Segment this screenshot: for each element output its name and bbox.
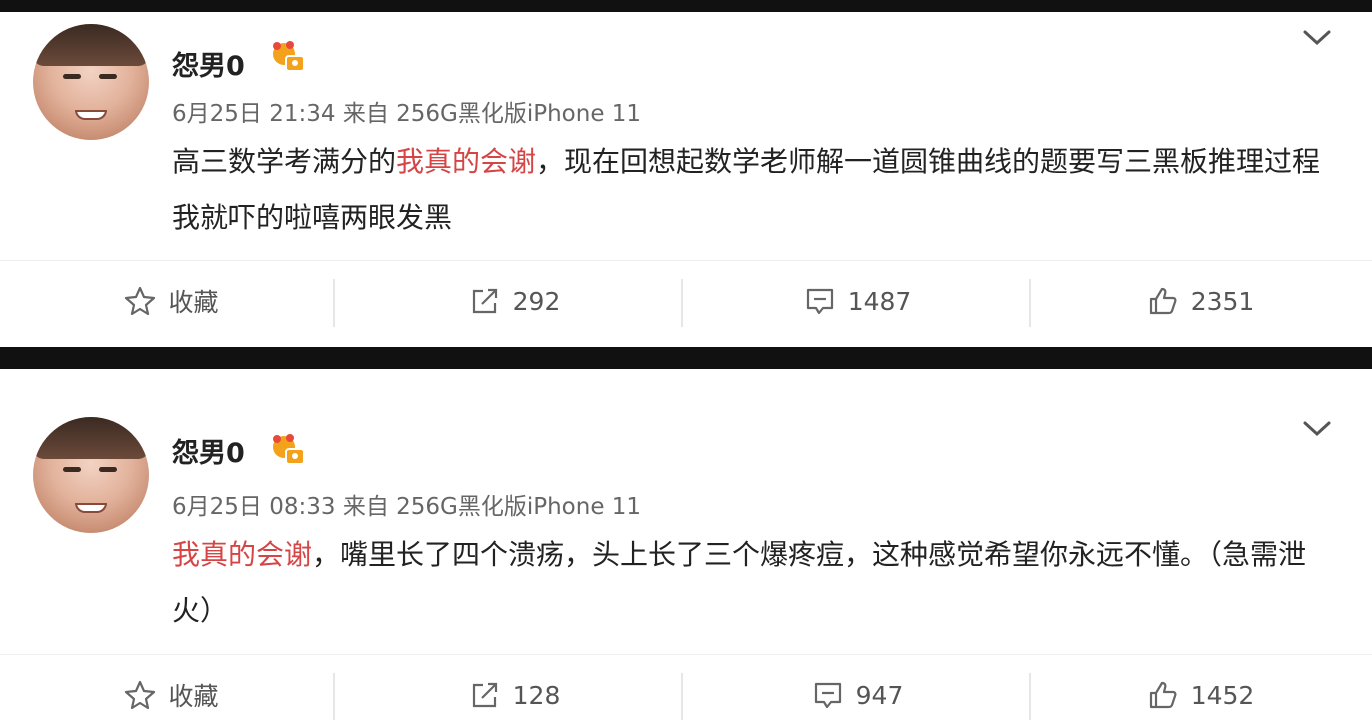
weibo-post: 怨男0 6月25日 21:34 来自 256G黑化版iPhone 11 高三数学… <box>0 12 1372 347</box>
comment-button[interactable]: 947 <box>686 655 1029 720</box>
thumbs-up-icon <box>1149 681 1177 709</box>
star-icon <box>125 680 156 710</box>
repost-button[interactable]: 292 <box>343 261 686 341</box>
highlight-text: 我真的会谢 <box>172 538 313 571</box>
highlight-text: 我真的会谢 <box>396 145 537 178</box>
star-icon <box>125 286 156 316</box>
favorite-label: 收藏 <box>168 682 219 711</box>
repost-icon <box>472 288 497 314</box>
timestamp[interactable]: 6月25日 21:34 <box>172 101 336 127</box>
action-bar: 收藏 128 947 1452 <box>0 654 1372 720</box>
username[interactable]: 怨男0 <box>172 44 245 83</box>
source: 来自 256G黑化版iPhone 11 <box>342 494 642 520</box>
vip-crown-icon <box>273 41 305 72</box>
source: 来自 256G黑化版iPhone 11 <box>342 101 642 127</box>
post-text: 高三数学考满分的我真的会谢，现在回想起数学老师解一道圆锥曲线的题要写三黑板推理过… <box>172 134 1332 246</box>
chevron-down-icon[interactable] <box>1302 419 1332 439</box>
like-button[interactable]: 1452 <box>1029 655 1372 720</box>
timestamp[interactable]: 6月25日 08:33 <box>172 494 336 520</box>
separator <box>681 279 683 327</box>
comment-icon <box>806 288 833 315</box>
post-text: 我真的会谢，嘴里长了四个溃疡，头上长了三个爆疼痘，这种感觉希望你永远不懂。（急需… <box>172 527 1332 639</box>
weibo-post: 怨男0 6月25日 08:33 来自 256G黑化版iPhone 11 我真的会… <box>0 369 1372 720</box>
chevron-down-icon[interactable] <box>1302 28 1332 48</box>
comment-button[interactable]: 1487 <box>686 261 1029 341</box>
avatar[interactable] <box>33 417 149 533</box>
comment-count: 947 <box>855 680 904 710</box>
like-button[interactable]: 2351 <box>1029 261 1372 341</box>
repost-button[interactable]: 128 <box>343 655 686 720</box>
text-after: ，嘴里长了四个溃疡，头上长了三个爆疼痘，这种感觉希望你永远不懂。（急需泄火） <box>172 538 1307 627</box>
username[interactable]: 怨男0 <box>172 431 245 470</box>
action-bar: 收藏 292 1487 2351 <box>0 260 1372 340</box>
text-before: 高三数学考满分的 <box>172 145 397 178</box>
post-meta: 6月25日 08:33 来自 256G黑化版iPhone 11 <box>172 487 641 521</box>
like-count: 1452 <box>1190 680 1255 710</box>
separator <box>333 279 335 327</box>
like-count: 2351 <box>1190 286 1255 316</box>
comment-count: 1487 <box>847 286 912 316</box>
repost-count: 128 <box>512 680 561 710</box>
favorite-button[interactable]: 收藏 <box>0 655 343 720</box>
favorite-label: 收藏 <box>168 288 219 317</box>
comment-icon <box>814 682 841 709</box>
repost-icon <box>472 682 497 708</box>
top-divider <box>0 0 1372 12</box>
avatar[interactable] <box>33 24 149 140</box>
vip-crown-icon <box>273 434 305 465</box>
separator <box>333 673 335 720</box>
post-meta: 6月25日 21:34 来自 256G黑化版iPhone 11 <box>172 94 641 128</box>
thumbs-up-icon <box>1149 287 1177 315</box>
favorite-button[interactable]: 收藏 <box>0 261 343 341</box>
separator <box>681 673 683 720</box>
post-divider <box>0 347 1372 369</box>
repost-count: 292 <box>512 286 561 316</box>
